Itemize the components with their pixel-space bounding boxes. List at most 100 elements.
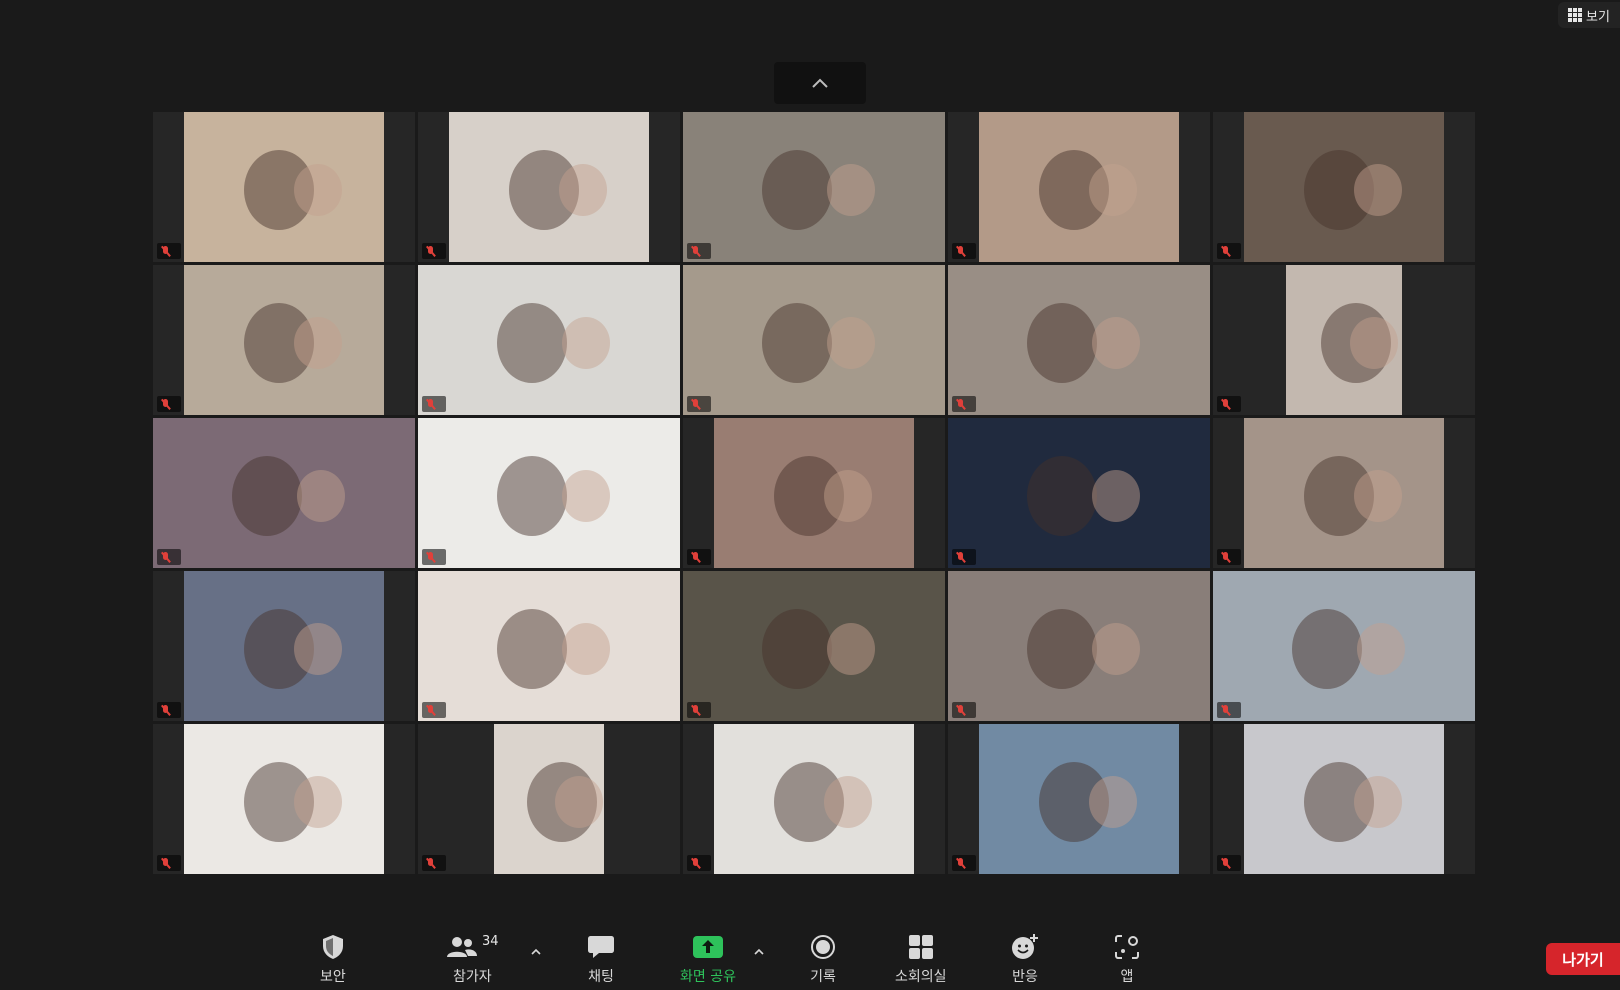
participant-video-tile[interactable] bbox=[948, 265, 1210, 415]
chevron-up-icon bbox=[754, 948, 764, 955]
participant-video-tile[interactable] bbox=[948, 724, 1210, 874]
participant-name-tag bbox=[422, 702, 446, 718]
participant-video-tile[interactable] bbox=[1213, 112, 1475, 262]
participant-video-tile[interactable] bbox=[683, 418, 945, 568]
participant-video-feed bbox=[184, 112, 384, 262]
participant-name-tag bbox=[1217, 855, 1241, 871]
participant-name-tag bbox=[157, 396, 181, 412]
participant-video-feed bbox=[683, 265, 945, 415]
participant-video-tile[interactable] bbox=[153, 418, 415, 568]
muted-mic-icon bbox=[1221, 551, 1230, 563]
participant-video-feed bbox=[979, 112, 1179, 262]
participant-video-tile[interactable] bbox=[948, 112, 1210, 262]
participant-name-tag bbox=[952, 702, 976, 718]
participant-video-tile[interactable] bbox=[1213, 418, 1475, 568]
record-button[interactable]: 기록 bbox=[810, 932, 836, 986]
participant-video-feed bbox=[979, 724, 1179, 874]
participant-video-feed bbox=[683, 571, 945, 721]
participant-name-tag bbox=[157, 702, 181, 718]
share-options-button[interactable] bbox=[754, 940, 764, 959]
leave-meeting-button[interactable]: 나가기 bbox=[1546, 943, 1620, 975]
participant-name-tag bbox=[157, 855, 181, 871]
participant-video-tile[interactable] bbox=[1213, 265, 1475, 415]
muted-mic-icon bbox=[1221, 245, 1230, 257]
video-gallery bbox=[153, 112, 1475, 874]
participant-video-tile[interactable] bbox=[683, 724, 945, 874]
security-button[interactable]: 보안 bbox=[320, 932, 346, 986]
apps-button[interactable]: 앱 bbox=[1114, 932, 1140, 986]
muted-mic-icon bbox=[426, 245, 435, 257]
participant-name-tag bbox=[1217, 396, 1241, 412]
participants-options-button[interactable] bbox=[531, 940, 541, 959]
breakout-rooms-label: 소회의실 bbox=[895, 969, 947, 985]
participant-name-tag bbox=[1217, 243, 1241, 259]
participant-video-tile[interactable] bbox=[153, 265, 415, 415]
chat-button[interactable]: 채팅 bbox=[587, 932, 615, 986]
participant-name-tag bbox=[687, 702, 711, 718]
muted-mic-icon bbox=[1221, 704, 1230, 716]
view-button[interactable]: 보기 bbox=[1558, 2, 1620, 28]
reactions-button[interactable]: 반응 bbox=[1011, 932, 1039, 986]
participant-video-tile[interactable] bbox=[1213, 571, 1475, 721]
muted-mic-icon bbox=[426, 551, 435, 563]
participant-video-feed bbox=[948, 265, 1210, 415]
breakout-rooms-button[interactable]: 소회의실 bbox=[895, 932, 947, 986]
muted-mic-icon bbox=[161, 857, 170, 869]
participant-video-tile[interactable] bbox=[683, 265, 945, 415]
participant-video-feed bbox=[184, 571, 384, 721]
participant-name-tag bbox=[952, 549, 976, 565]
chevron-up-icon bbox=[531, 948, 541, 955]
participants-count: 34 bbox=[482, 934, 499, 949]
muted-mic-icon bbox=[956, 551, 965, 563]
collapse-gallery-button[interactable] bbox=[774, 62, 866, 104]
participant-video-feed bbox=[714, 418, 914, 568]
participant-name-tag bbox=[687, 549, 711, 565]
participant-name-tag bbox=[687, 855, 711, 871]
participant-video-feed bbox=[683, 112, 945, 262]
participant-video-tile[interactable] bbox=[683, 571, 945, 721]
participant-video-feed bbox=[418, 418, 680, 568]
participant-video-tile[interactable] bbox=[683, 112, 945, 262]
view-label: 보기 bbox=[1586, 9, 1610, 25]
muted-mic-icon bbox=[1221, 857, 1230, 869]
participant-video-feed bbox=[449, 112, 649, 262]
reactions-label: 반응 bbox=[1012, 969, 1038, 985]
muted-mic-icon bbox=[426, 398, 435, 410]
muted-mic-icon bbox=[691, 245, 700, 257]
participant-video-feed bbox=[1286, 265, 1402, 415]
participant-video-feed bbox=[184, 265, 384, 415]
muted-mic-icon bbox=[691, 704, 700, 716]
participant-video-feed bbox=[494, 724, 604, 874]
participant-video-tile[interactable] bbox=[418, 724, 680, 874]
participant-video-feed bbox=[184, 724, 384, 874]
grid-view-icon bbox=[1568, 8, 1583, 22]
participant-video-tile[interactable] bbox=[153, 724, 415, 874]
participant-video-tile[interactable] bbox=[418, 265, 680, 415]
participant-name-tag bbox=[687, 396, 711, 412]
participants-label: 참가자 bbox=[452, 969, 492, 985]
participants-button[interactable]: 34 참가자 bbox=[446, 932, 499, 986]
share-screen-button[interactable]: 화면 공유 bbox=[680, 932, 736, 986]
muted-mic-icon bbox=[1221, 398, 1230, 410]
participant-video-feed bbox=[1244, 418, 1444, 568]
participant-video-feed bbox=[418, 571, 680, 721]
participant-video-tile[interactable] bbox=[418, 112, 680, 262]
participant-video-tile[interactable] bbox=[418, 571, 680, 721]
participant-video-tile[interactable] bbox=[153, 571, 415, 721]
security-label: 보안 bbox=[320, 969, 346, 985]
participant-video-feed bbox=[418, 265, 680, 415]
muted-mic-icon bbox=[956, 704, 965, 716]
participant-video-tile[interactable] bbox=[1213, 724, 1475, 874]
chat-bubble-icon bbox=[588, 936, 614, 958]
participant-video-tile[interactable] bbox=[153, 112, 415, 262]
participant-video-tile[interactable] bbox=[948, 571, 1210, 721]
participant-video-tile[interactable] bbox=[418, 418, 680, 568]
participant-name-tag bbox=[1217, 549, 1241, 565]
chevron-up-icon bbox=[812, 78, 828, 88]
participants-icon bbox=[447, 937, 477, 957]
participant-name-tag bbox=[422, 396, 446, 412]
apps-icon bbox=[1115, 935, 1139, 959]
breakout-rooms-icon bbox=[908, 935, 933, 959]
muted-mic-icon bbox=[956, 245, 965, 257]
participant-video-tile[interactable] bbox=[948, 418, 1210, 568]
